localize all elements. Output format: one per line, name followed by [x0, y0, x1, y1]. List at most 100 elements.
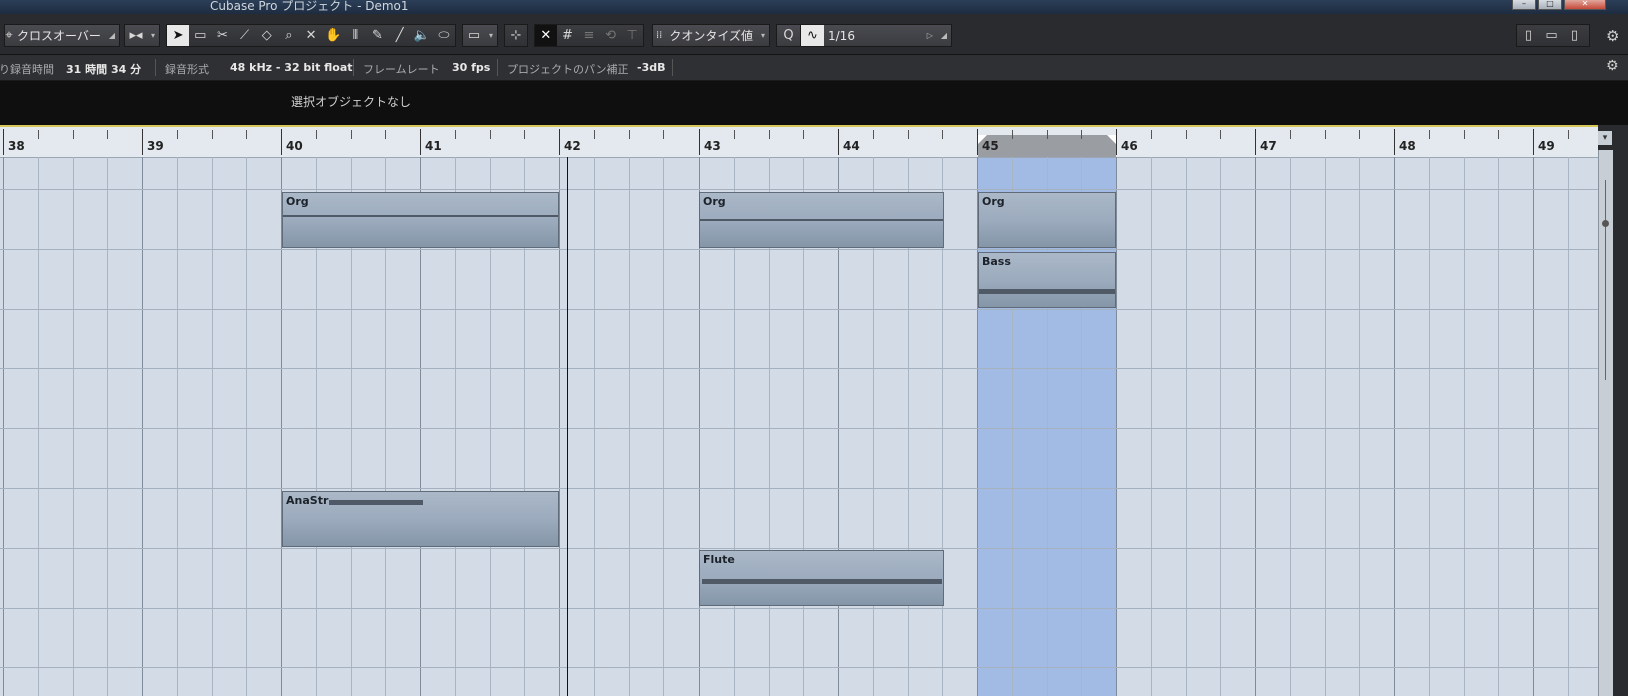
ruler-bar-number: 43	[704, 139, 721, 153]
midi-part-org[interactable]: Org	[978, 192, 1116, 248]
zoom-slider-thumb[interactable]	[1602, 220, 1609, 227]
no-object-selected-text: 選択オブジェクトなし	[291, 95, 412, 109]
right-locator[interactable]	[1107, 135, 1116, 144]
ruler-beat-tick	[734, 130, 735, 139]
auto-scroll-icon: ⊹	[510, 28, 522, 43]
zoom-tool[interactable]: ⌕	[278, 25, 300, 46]
ruler-bar-number: 40	[286, 139, 303, 153]
quantize-mode-dropdown[interactable]: ⁞⁞ クオンタイズ値 ▾	[652, 24, 770, 47]
grid-beat-line	[594, 157, 595, 696]
main-toolbar: ⌖ クロスオーバー ◢ ▸◂ ▾ ➤ ▭ ✂ ⟋ ◇ ⌕ ✕ ✋ ⦀ ✎ ╱ 🔈…	[0, 14, 1628, 55]
quantize-mode-label: クオンタイズ値	[669, 29, 753, 43]
glue-tool[interactable]: ⟋	[233, 25, 255, 46]
minimize-button[interactable]: –	[1512, 0, 1536, 10]
ruler-bar-tick	[1394, 129, 1395, 155]
object-select-tool[interactable]: ➤	[167, 25, 190, 46]
nudge-icon: ▸◂	[129, 28, 143, 43]
line-tool[interactable]: ╱	[389, 25, 411, 46]
ruler-bar-tick	[699, 129, 700, 155]
part-name: Flute	[703, 553, 735, 566]
erase-tool[interactable]: ◇	[256, 25, 278, 46]
ruler-beat-tick	[212, 130, 213, 139]
nudge-tool-dropdown[interactable]: ▸◂ ▾	[124, 24, 160, 47]
time-warp-tool[interactable]: ⦀	[344, 25, 366, 46]
window-title-bar: Cubase Pro プロジェクト - Demo1 – □ ✕	[0, 0, 1628, 14]
crossover-dropdown[interactable]: ⌖ クロスオーバー ◢	[4, 24, 120, 47]
hand-tool[interactable]: ✋	[322, 25, 344, 46]
speaker-icon[interactable]: 🔈	[411, 25, 433, 46]
midi-part-org[interactable]: Org	[282, 192, 559, 248]
ruler-beat-tick	[1429, 130, 1430, 139]
grid-icon[interactable]: #	[557, 25, 579, 46]
split-tool[interactable]: ✂	[211, 25, 233, 46]
events-snap-icon[interactable]: ≡	[578, 25, 600, 46]
close-button[interactable]: ✕	[1564, 0, 1606, 10]
play-arrow-icon: ▷	[926, 31, 933, 40]
ruler-beat-tick	[107, 130, 108, 139]
frame-rate-value[interactable]: 30 fps	[452, 61, 490, 74]
ruler-beat-tick	[490, 130, 491, 139]
grid-beat-line	[629, 157, 630, 696]
grid-beat-line	[1429, 157, 1430, 696]
quantize-preset[interactable]: Q ∿ 1/16 ▷ ◢	[776, 24, 952, 47]
quantize-q-button[interactable]: Q	[777, 25, 801, 46]
grid-bar-line	[1533, 157, 1534, 696]
midi-part-flute[interactable]: Flute	[699, 550, 944, 606]
snap-type-icon[interactable]: ⊤	[621, 25, 643, 46]
grid-beat-line	[246, 157, 247, 696]
grid-beat-line	[177, 157, 178, 696]
grid-beat-line	[212, 157, 213, 696]
ruler-beat-tick	[1220, 130, 1221, 139]
shuffle-icon[interactable]: ⟲	[600, 25, 622, 46]
ruler-bar-tick	[838, 129, 839, 155]
pan-law-value[interactable]: -3dB	[637, 61, 665, 74]
grid-beat-line	[107, 157, 108, 696]
color-selector[interactable]: ▭ ▾	[462, 24, 498, 47]
zoom-slider-track[interactable]	[1605, 180, 1606, 380]
snap-toggle[interactable]: ✕	[535, 25, 557, 46]
draw-tool[interactable]: ✎	[366, 25, 388, 46]
grid-beat-line	[1325, 157, 1326, 696]
ruler-beat-tick	[1498, 130, 1499, 139]
rec-time-value: 31 時間 34 分	[66, 63, 142, 76]
project-arrange-area[interactable]: 38 39 40 41 42 43 44 45 46 47 48 49 Org Org Org Bas…	[0, 125, 1598, 696]
iterative-quantize-icon[interactable]: ∿	[801, 25, 824, 46]
ruler-beat-tick	[177, 130, 178, 139]
chevron-down-icon: ▾	[488, 31, 493, 40]
ruler-beat-tick	[73, 130, 74, 139]
ruler-bar-tick	[420, 129, 421, 155]
ruler-beat-tick	[246, 130, 247, 139]
part-data-line	[979, 289, 1115, 294]
info-gear-icon[interactable]: ⚙	[1606, 58, 1619, 74]
right-zone-icon[interactable]: ▯	[1563, 25, 1586, 46]
chevron-down-icon: ▾	[760, 31, 765, 40]
mute-tool[interactable]: ✕	[300, 25, 322, 46]
ruler-beat-tick	[1047, 130, 1048, 139]
auto-scroll-button[interactable]: ⊹	[504, 24, 528, 47]
grid-beat-line	[1568, 157, 1569, 696]
maximize-button[interactable]: □	[1538, 0, 1562, 10]
ruler-beat-tick	[524, 130, 525, 139]
left-zone-icon[interactable]: ▯	[1517, 25, 1540, 46]
midi-part-org[interactable]: Org	[699, 192, 944, 248]
project-cursor[interactable]	[567, 157, 568, 696]
zoom-menu-icon[interactable]: ▾	[1598, 131, 1612, 145]
midi-part-bass[interactable]: Bass	[978, 252, 1116, 308]
color-tool[interactable]: ⬭	[433, 25, 455, 46]
setup-gear-icon[interactable]: ⚙	[1606, 27, 1619, 45]
vertical-zoom-slider[interactable]	[1598, 150, 1613, 696]
rec-format-label: 録音形式	[165, 63, 209, 76]
timeline-ruler[interactable]: 38 39 40 41 42 43 44 45 46 47 48 49	[0, 127, 1598, 158]
ruler-bar-tick	[1255, 129, 1256, 155]
grid-beat-line	[1186, 157, 1187, 696]
grid-beat-line	[38, 157, 39, 696]
rec-format-value[interactable]: 48 kHz - 32 bit float	[230, 61, 353, 74]
midi-part-anastr[interactable]: AnaStr	[282, 491, 559, 547]
range-select-tool[interactable]: ▭	[189, 25, 211, 46]
ruler-beat-tick	[908, 130, 909, 139]
chevron-down-icon: ◢	[940, 31, 947, 40]
part-data-line	[700, 219, 943, 221]
grid-beat-line	[1151, 157, 1152, 696]
project-info-line: 残り録音時間 31 時間 34 分 録音形式 48 kHz - 32 bit f…	[0, 55, 1628, 81]
lower-zone-icon[interactable]: ▭	[1540, 25, 1563, 46]
